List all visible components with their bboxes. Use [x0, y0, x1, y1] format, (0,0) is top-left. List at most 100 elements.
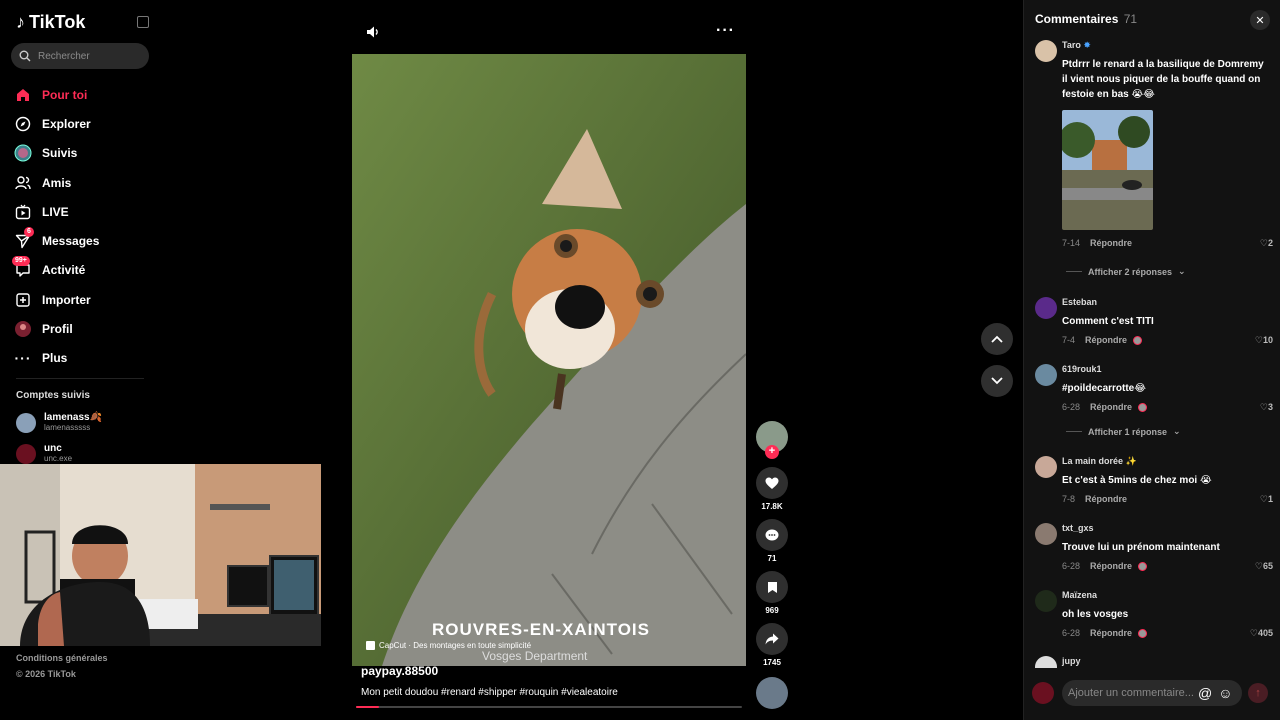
avatar[interactable] [1035, 364, 1057, 386]
volume-icon[interactable] [366, 25, 380, 42]
reply-button[interactable]: Répondre [1090, 561, 1132, 571]
comment-user[interactable]: La main dorée ✨ [1062, 456, 1137, 467]
comment-user[interactable]: Taro ✸ [1062, 40, 1091, 51]
nav-item-messages[interactable]: 6 Messages [14, 226, 154, 255]
comment-likes: 2 [1267, 238, 1273, 248]
friends-icon [14, 174, 32, 192]
reply-button[interactable]: Répondre [1090, 238, 1132, 248]
comments-title: Commentaires [1035, 12, 1119, 26]
heart-outline-icon: ♡ [1249, 628, 1258, 638]
comment-meta: 6-28 Répondre [1062, 402, 1148, 412]
avatar[interactable] [1035, 523, 1057, 545]
comment-user[interactable]: jupy [1062, 656, 1081, 666]
avatar[interactable] [1035, 456, 1057, 478]
reply-button[interactable]: Répondre [1085, 335, 1127, 345]
comment-text: Et c'est à 5mins de chez moi 😭 [1062, 475, 1212, 486]
video-author[interactable]: paypay.88500 [361, 664, 438, 678]
activity-badge: 99+ [12, 256, 30, 267]
nav-label: Pour toi [42, 87, 88, 102]
chevron-down-icon: ⌄ [1173, 426, 1181, 436]
comment-input[interactable] [1068, 687, 1196, 699]
send-comment-button[interactable]: ↑ [1248, 683, 1268, 703]
avatar[interactable] [1035, 297, 1057, 319]
mention-icon[interactable]: @ [1198, 685, 1212, 701]
comment-button[interactable] [756, 519, 788, 551]
messages-badge: 6 [24, 227, 34, 238]
heart-outline-icon: ♡ [1259, 402, 1268, 412]
video-player[interactable]: CapCut · Des montages en toute simplicit… [352, 54, 746, 666]
live-icon [14, 203, 32, 221]
previous-video-button[interactable] [981, 323, 1013, 355]
close-comments-button[interactable]: ✕ [1250, 10, 1270, 30]
nav-item-activite[interactable]: 99+ Activité [12, 256, 154, 285]
collapse-sidebar-icon[interactable] [137, 16, 149, 28]
comment-like-button[interactable]: ♡10 [1255, 335, 1273, 346]
nav-label: LIVE [42, 204, 69, 219]
comment-meta: 6-28 Répondre [1062, 561, 1148, 571]
like-button[interactable] [756, 467, 788, 499]
comment-like-button[interactable]: ♡1 [1260, 494, 1273, 505]
comment-user[interactable]: Esteban [1062, 297, 1097, 307]
creator-liked-icon [1138, 628, 1148, 638]
emoji-icon[interactable]: ☺ [1218, 685, 1232, 701]
comment-like-button[interactable]: ♡65 [1255, 561, 1273, 572]
comment-meta: 7-8 Répondre [1062, 494, 1127, 504]
creator-avatar[interactable]: + [756, 421, 788, 459]
video-caption: Mon petit doudou #renard #shipper #rouqu… [361, 687, 618, 698]
more-options-icon[interactable]: ··· [716, 22, 735, 40]
nav-item-pour-toi[interactable]: Pour toi [14, 80, 154, 109]
search-box[interactable] [11, 43, 149, 69]
tiktok-logo[interactable]: ♪ TikTok [16, 12, 85, 33]
next-video-button[interactable] [981, 365, 1013, 397]
comment-user[interactable]: Maïzena [1062, 590, 1097, 600]
terms-link[interactable]: Conditions générales [16, 650, 108, 666]
nav-item-profil[interactable]: Profil [14, 314, 154, 343]
comment-user[interactable]: 619rouk1 [1062, 364, 1102, 374]
heart-outline-icon: ♡ [1254, 335, 1263, 345]
copyright: © 2026 TikTok [16, 669, 76, 679]
reply-button[interactable]: Répondre [1090, 402, 1132, 412]
comment-text: Comment c'est TITI [1062, 316, 1154, 327]
my-avatar [1032, 682, 1054, 704]
show-replies-button[interactable]: Afficher 1 réponse ⌄ [1066, 426, 1181, 437]
avatar[interactable] [1035, 656, 1057, 668]
brand-name: TikTok [29, 12, 86, 32]
video-actions: + 17.8K 71 969 1745 [755, 421, 789, 709]
comment-icon [765, 529, 779, 540]
comment-likes: 1 [1267, 494, 1273, 504]
nav-item-importer[interactable]: Importer [14, 285, 154, 314]
avatar[interactable] [1035, 40, 1057, 62]
avatar[interactable] [1035, 590, 1057, 612]
comment-user[interactable]: txt_gxs [1062, 523, 1094, 533]
comment-input-box[interactable]: @ ☺ [1062, 680, 1242, 706]
followed-account[interactable]: lamenass🍂 lamenasssss [16, 413, 102, 433]
chevron-down-icon: ⌄ [1178, 266, 1186, 276]
nav-item-live[interactable]: LIVE [14, 197, 154, 226]
video-progress-bar[interactable] [356, 706, 742, 708]
reply-button[interactable]: Répondre [1085, 494, 1127, 504]
comment-like-button[interactable]: ♡3 [1260, 402, 1273, 413]
search-input[interactable] [38, 50, 138, 62]
reply-button[interactable]: Répondre [1090, 628, 1132, 638]
music-disc-avatar[interactable] [756, 677, 788, 709]
comment-image[interactable] [1062, 110, 1153, 230]
comment-like-button[interactable]: ♡405 [1250, 628, 1273, 639]
nav-item-plus[interactable]: ··· Plus [14, 344, 154, 373]
show-replies-button[interactable]: Afficher 2 réponses ⌄ [1066, 266, 1186, 277]
nav-label: Profil [42, 322, 73, 337]
share-button[interactable] [756, 623, 788, 655]
comment-likes: 65 [1262, 561, 1273, 571]
nav-item-suivis[interactable]: Suivis [14, 139, 154, 168]
nav-item-explorer[interactable]: Explorer [14, 109, 154, 138]
comment-item: jupy [1035, 656, 1275, 668]
nav-item-amis[interactable]: Amis [14, 168, 154, 197]
comment-input-row: @ ☺ ↑ [1032, 678, 1272, 708]
comment-like-button[interactable]: ♡2 [1260, 238, 1273, 249]
followed-account[interactable]: unc unc.exe [16, 444, 72, 464]
home-icon [14, 86, 32, 104]
follow-plus-icon[interactable]: + [765, 445, 779, 459]
heart-outline-icon: ♡ [1254, 561, 1263, 571]
save-button[interactable] [756, 571, 788, 603]
account-name: unc [44, 443, 62, 454]
upload-icon [14, 291, 32, 309]
